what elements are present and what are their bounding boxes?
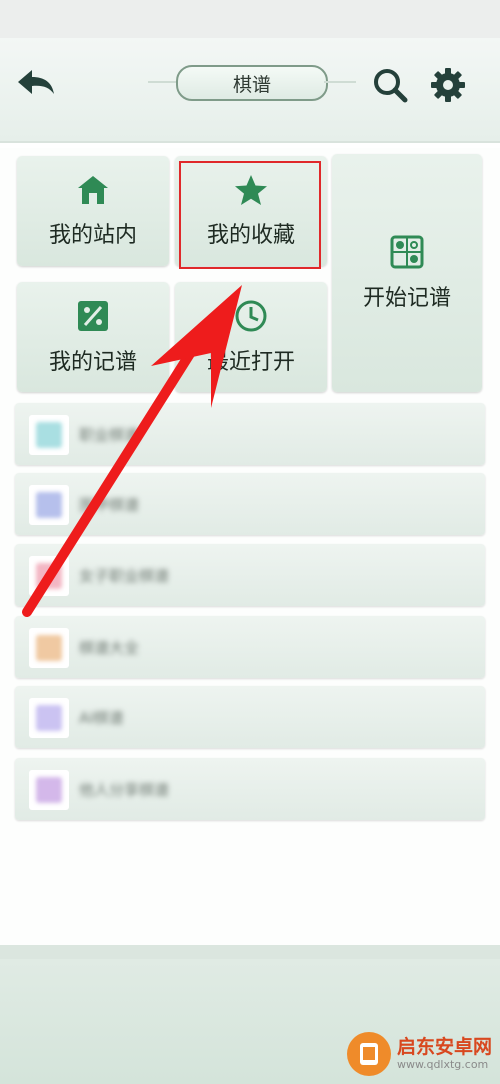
annotation-arrow-icon xyxy=(22,285,242,617)
